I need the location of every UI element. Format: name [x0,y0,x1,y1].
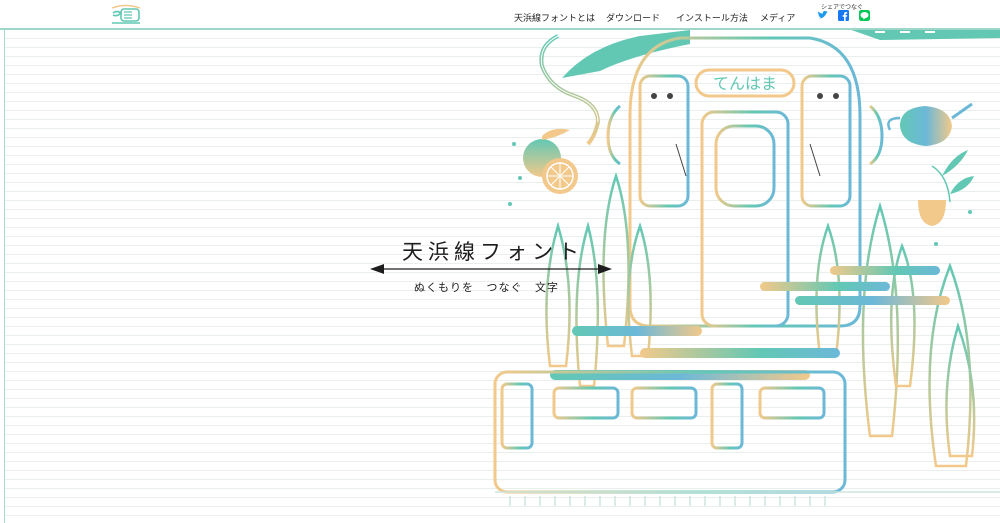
twitter-icon[interactable] [817,10,828,21]
line-icon[interactable] [859,10,870,21]
nav-about[interactable]: 天浜線フォントとは [514,11,595,24]
nav-download[interactable]: ダウンロード [606,11,660,24]
site-header: 天浜線フォントとは ダウンロード インストール方法 メディア シェアでつなぐ [0,0,1000,30]
nav-media[interactable]: メディア [760,11,795,24]
double-arrow-icon [370,264,612,274]
page-border [4,30,5,523]
nav-install[interactable]: インストール方法 [676,11,748,24]
hero-subtitle: ぬくもりを つなぐ 文字 [414,281,559,294]
main-nav: 天浜線フォントとは ダウンロード インストール方法 メディア [0,11,800,25]
facebook-icon[interactable] [838,10,849,21]
train-sign: てんはま [713,74,777,93]
